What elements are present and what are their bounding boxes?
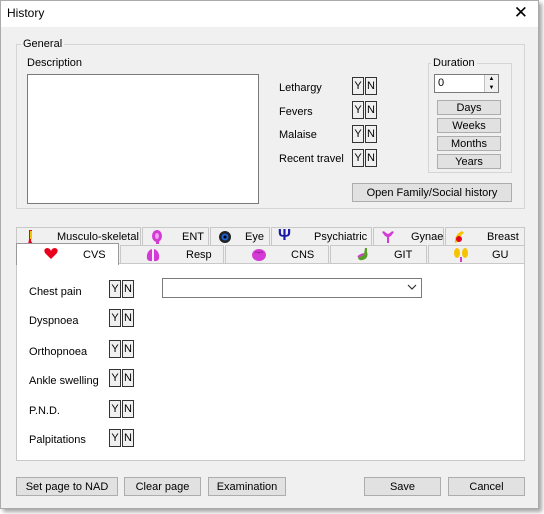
kidney-icon bbox=[454, 248, 468, 262]
psi-icon: Ψ bbox=[278, 227, 291, 244]
symptom-label-fevers: Fevers bbox=[279, 106, 313, 118]
tab-git[interactable]: GIT bbox=[330, 245, 427, 263]
tab-label: ENT bbox=[182, 231, 204, 243]
tab-label: CVS bbox=[83, 249, 106, 261]
tab-gu[interactable]: GU bbox=[428, 245, 525, 263]
palpitations-no-button[interactable]: N bbox=[122, 429, 134, 447]
fevers-yes-button[interactable]: Y bbox=[352, 101, 364, 119]
duration-weeks-button[interactable]: Weeks bbox=[437, 118, 501, 133]
set-page-to-nad-button[interactable]: Set page to NAD bbox=[16, 477, 118, 496]
spin-down-icon[interactable]: ▼ bbox=[485, 84, 498, 93]
tab-resp[interactable]: Resp bbox=[120, 245, 224, 263]
cvs-label-ankle-swelling: Ankle swelling bbox=[29, 375, 99, 387]
tab-label: Resp bbox=[186, 249, 212, 261]
cvs-detail-combobox[interactable] bbox=[162, 278, 422, 298]
tab-label: Psychiatric bbox=[314, 231, 368, 243]
dyspnoea-yes-button[interactable]: Y bbox=[109, 309, 121, 327]
lethargy-yn: Y N bbox=[352, 77, 378, 95]
tab-label: Breast bbox=[487, 231, 519, 243]
examination-button[interactable]: Examination bbox=[208, 477, 286, 496]
spinner-arrows[interactable]: ▲ ▼ bbox=[484, 75, 498, 92]
symptom-label-recent-travel: Recent travel bbox=[279, 153, 344, 165]
duration-label: Duration bbox=[431, 57, 477, 69]
malaise-no-button[interactable]: N bbox=[365, 125, 377, 143]
palpitations-yes-button[interactable]: Y bbox=[109, 429, 121, 447]
dyspnoea-no-button[interactable]: N bbox=[122, 309, 134, 327]
chest-pain-yes-button[interactable]: Y bbox=[109, 280, 121, 298]
fevers-no-button[interactable]: N bbox=[365, 101, 377, 119]
clear-page-button[interactable]: Clear page bbox=[124, 477, 201, 496]
cvs-label-palpitations: Palpitations bbox=[29, 434, 86, 446]
tab-breast[interactable]: Breast bbox=[445, 227, 525, 245]
general-group-label: General bbox=[21, 38, 65, 50]
cvs-label-pnd: P.N.D. bbox=[29, 405, 60, 417]
tab-label: CNS bbox=[291, 249, 315, 261]
heart-icon bbox=[44, 248, 58, 259]
tab-eye[interactable]: Eye bbox=[210, 227, 270, 245]
ankle-swelling-yes-button[interactable]: Y bbox=[109, 369, 121, 387]
ankle-swelling-no-button[interactable]: N bbox=[122, 369, 134, 387]
description-textarea[interactable] bbox=[27, 74, 259, 204]
recent-travel-yes-button[interactable]: Y bbox=[352, 149, 364, 167]
tab-ent[interactable]: ENT bbox=[142, 227, 209, 245]
pnd-yn: Y N bbox=[109, 400, 135, 418]
duration-months-button[interactable]: Months bbox=[437, 136, 501, 151]
close-icon[interactable]: ✕ bbox=[514, 3, 528, 23]
chevron-down-icon[interactable] bbox=[407, 282, 417, 292]
malaise-yn: Y N bbox=[352, 125, 378, 143]
pnd-yes-button[interactable]: Y bbox=[109, 400, 121, 418]
lethargy-yes-button[interactable]: Y bbox=[352, 77, 364, 95]
tab-psychiatric[interactable]: Ψ Psychiatric bbox=[271, 227, 372, 245]
palpitations-yn: Y N bbox=[109, 429, 135, 447]
eye-icon bbox=[219, 231, 231, 243]
tab-row-2: CVS Resp CNS GIT GU bbox=[16, 243, 525, 265]
duration-years-button[interactable]: Years bbox=[437, 154, 501, 169]
brain-icon bbox=[252, 249, 266, 261]
duration-spinner[interactable]: 0 ▲ ▼ bbox=[434, 74, 499, 93]
ankle-swelling-yn: Y N bbox=[109, 369, 135, 387]
lethargy-no-button[interactable]: N bbox=[365, 77, 377, 95]
description-label: Description bbox=[27, 57, 83, 69]
cvs-panel: Chest pain Y N Dyspnoea Y N Orthopnoea Y… bbox=[16, 263, 525, 461]
recent-travel-yn: Y N bbox=[352, 149, 378, 167]
fevers-yn: Y N bbox=[352, 101, 378, 119]
pnd-no-button[interactable]: N bbox=[122, 400, 134, 418]
breast-icon bbox=[454, 231, 464, 243]
chest-pain-yn: Y N bbox=[109, 280, 135, 298]
orthopnoea-yn: Y N bbox=[109, 340, 135, 358]
symptom-label-malaise: Malaise bbox=[279, 129, 317, 141]
symptom-label-lethargy: Lethargy bbox=[279, 82, 322, 94]
orthopnoea-yes-button[interactable]: Y bbox=[109, 340, 121, 358]
tab-gynae[interactable]: Gynae bbox=[373, 227, 444, 245]
cvs-label-orthopnoea: Orthopnoea bbox=[29, 346, 88, 358]
tab-label: Gynae bbox=[411, 231, 444, 243]
orthopnoea-no-button[interactable]: N bbox=[122, 340, 134, 358]
tab-cvs[interactable]: CVS bbox=[16, 243, 119, 265]
ear-icon bbox=[152, 230, 162, 244]
tab-cns[interactable]: CNS bbox=[225, 245, 329, 263]
window-title: History bbox=[7, 6, 45, 20]
duration-value[interactable]: 0 bbox=[438, 77, 444, 89]
chest-pain-no-button[interactable]: N bbox=[122, 280, 134, 298]
spin-up-icon[interactable]: ▲ bbox=[485, 75, 498, 84]
dyspnoea-yn: Y N bbox=[109, 309, 135, 327]
lungs-icon bbox=[146, 249, 160, 262]
cancel-button[interactable]: Cancel bbox=[448, 477, 525, 496]
tab-label: GU bbox=[492, 249, 509, 261]
title-bar: History ✕ bbox=[1, 1, 538, 27]
duration-days-button[interactable]: Days bbox=[437, 100, 501, 115]
recent-travel-no-button[interactable]: N bbox=[365, 149, 377, 167]
history-dialog: History ✕ General Description Lethargy Y… bbox=[0, 0, 539, 509]
stomach-icon bbox=[357, 248, 368, 261]
tab-label: GIT bbox=[394, 249, 413, 261]
tab-label: Eye bbox=[245, 231, 264, 243]
cvs-label-dyspnoea: Dyspnoea bbox=[29, 315, 79, 327]
save-button[interactable]: Save bbox=[364, 477, 441, 496]
cvs-label-chest-pain: Chest pain bbox=[29, 286, 82, 298]
open-family-social-history-button[interactable]: Open Family/Social history bbox=[352, 183, 512, 202]
uterus-icon bbox=[382, 231, 394, 243]
tab-label: Musculo-skeletal bbox=[57, 231, 139, 243]
malaise-yes-button[interactable]: Y bbox=[352, 125, 364, 143]
